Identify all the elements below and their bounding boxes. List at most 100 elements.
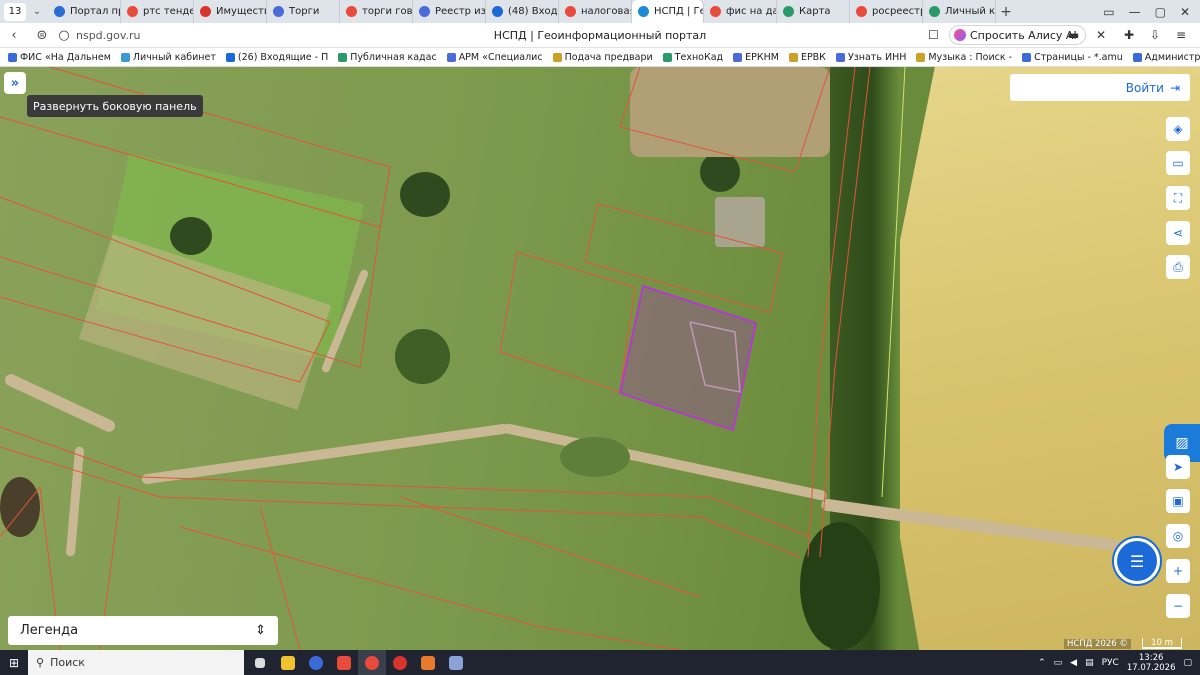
browser-tab[interactable]: торги гов ру — [340, 0, 413, 23]
browser-tab[interactable]: НСПД | Ге✕ — [632, 0, 704, 23]
bookmark-item[interactable]: (26) Входящие - П — [225, 52, 328, 63]
chevron-updown-icon: ⇕ — [255, 623, 266, 638]
menu-icon[interactable]: ≡ — [1176, 28, 1186, 42]
browser-tab[interactable]: (48) Входящ — [486, 0, 559, 23]
bookmark-label: ЕРВК — [800, 51, 826, 63]
tab-counter[interactable]: 13 — [4, 2, 26, 21]
satellite-map[interactable]: ▨ — [0, 67, 1200, 650]
protect-icon[interactable]: ▬ — [1068, 28, 1079, 42]
back-icon[interactable]: ‹ — [0, 28, 28, 43]
file-explorer-icon[interactable] — [274, 650, 302, 675]
clock-time: 13:26 — [1138, 652, 1164, 663]
shield-icon[interactable]: ⊜ — [28, 28, 56, 43]
downloads-icon[interactable]: ⇩ — [1150, 28, 1160, 42]
browser-tab[interactable]: налоговая 2 — [559, 0, 632, 23]
task-view-icon[interactable] — [246, 650, 274, 675]
bookmark-item[interactable]: ЕРВК — [788, 51, 826, 63]
zoom-out-button[interactable]: − — [1166, 594, 1190, 618]
share-button[interactable]: ⋖ — [1166, 221, 1190, 245]
yandex-browser-icon[interactable] — [358, 650, 386, 675]
location-search-icon: ◎ — [1172, 529, 1184, 543]
clock[interactable]: 13:26 17.07.2026 — [1127, 653, 1176, 673]
close-window-icon[interactable]: ✕ — [1180, 5, 1190, 19]
paint-icon[interactable] — [414, 650, 442, 675]
bookmark-item[interactable]: Страницы - *.amu — [1022, 52, 1123, 63]
site-info-icon[interactable]: ○ — [56, 28, 72, 43]
bookmark-item[interactable]: Узнать ИНН — [835, 52, 906, 63]
extension-icon[interactable]: ✕ — [1096, 28, 1106, 42]
favicon-icon — [710, 6, 721, 17]
window-controls: ▭ — ▢ ✕ — [1103, 5, 1200, 19]
browser-tab[interactable]: Имущество — [194, 0, 267, 23]
tab-label: Торги — [289, 6, 320, 17]
bookmark-item[interactable]: ТехноКад — [662, 52, 723, 63]
browser-tab[interactable]: Портал прос — [48, 0, 121, 23]
chevron-up-icon[interactable]: ⌃ — [1038, 658, 1046, 668]
parcel-outline[interactable] — [619, 67, 831, 173]
favicon-icon — [929, 6, 940, 17]
volume-icon[interactable]: ◀ — [1070, 658, 1077, 668]
tabs-dropdown-icon[interactable]: ⌄ — [26, 6, 48, 17]
app-icon[interactable] — [302, 650, 330, 675]
ask-alice-button[interactable]: Спросить Алису AI — [949, 25, 1086, 45]
browser-tab[interactable]: ртс тендер — [121, 0, 194, 23]
selected-parcel[interactable] — [618, 284, 758, 432]
browser-tab[interactable]: фис на даль — [704, 0, 777, 23]
legend-dropdown[interactable]: Легенда ⇕ — [8, 616, 278, 645]
bookmark-item[interactable]: Подача предвари — [552, 52, 653, 63]
yandex-icon[interactable] — [330, 650, 358, 675]
geolocate-button[interactable]: ➤ — [1166, 455, 1190, 479]
favicon-icon — [856, 6, 867, 17]
bookmark-item[interactable]: Администрация Г — [1132, 52, 1200, 63]
bookmark-tabs-icon[interactable]: ▭ — [1103, 5, 1114, 19]
bookmark-item[interactable]: ЕРКНМ — [733, 52, 779, 63]
browser-tab[interactable]: Реестр изве — [413, 0, 486, 23]
layers-button[interactable]: ◈ — [1166, 117, 1190, 141]
search-icon: ⚲ — [36, 656, 45, 669]
minimize-icon[interactable]: — — [1129, 5, 1141, 19]
select-area-button[interactable]: ⛶ — [1166, 186, 1190, 210]
url-field[interactable]: nspd.gov.ru — [76, 29, 276, 42]
parcel-outline[interactable] — [0, 446, 801, 558]
measure-button[interactable]: ▭ — [1166, 151, 1190, 175]
taskbar-search[interactable]: ⚲ Поиск — [28, 650, 244, 675]
basemap-button[interactable]: ▣ — [1166, 489, 1190, 513]
print-button[interactable]: ⎙ — [1166, 255, 1190, 279]
minus-icon: − — [1172, 599, 1184, 613]
parcel-outline[interactable] — [499, 251, 636, 393]
parcel-outline[interactable] — [0, 116, 381, 368]
parcel-outline[interactable] — [49, 67, 391, 228]
opera-icon[interactable] — [386, 650, 414, 675]
browser-tab[interactable]: Личный каб — [923, 0, 996, 23]
browser-tab[interactable]: Торги — [267, 0, 340, 23]
parcel-outline[interactable] — [399, 496, 701, 598]
bookmark-item[interactable]: Личный кабинет — [120, 52, 216, 63]
bookmark-star-icon[interactable]: ☐ — [928, 28, 939, 42]
zoom-in-button[interactable]: + — [1166, 559, 1190, 583]
search-location-button[interactable]: ◎ — [1166, 524, 1190, 548]
new-tab-icon[interactable]: + — [996, 4, 1016, 20]
parcel-outline[interactable] — [807, 67, 856, 558]
browser-tab[interactable]: росреестр - — [850, 0, 923, 23]
app-icon[interactable] — [442, 650, 470, 675]
language-indicator[interactable]: РУС — [1102, 658, 1119, 668]
bookmark-item[interactable]: Музыка : Поиск - — [916, 52, 1012, 63]
browser-tab[interactable]: Карта — [777, 0, 850, 23]
parcel-outline[interactable] — [0, 196, 331, 383]
chat-button[interactable]: ☰ — [1114, 538, 1160, 584]
notifications-icon[interactable]: ▢ — [1183, 658, 1192, 668]
parcel-outline[interactable] — [584, 203, 783, 313]
windows-start-icon[interactable]: ⊞ — [0, 656, 28, 670]
favicon-icon — [346, 6, 357, 17]
login-button[interactable]: Войти ⇥ — [1010, 74, 1190, 101]
bookmark-item[interactable]: ФИС «На Дальнем — [8, 52, 111, 63]
network-icon[interactable]: ▤ — [1085, 658, 1094, 668]
parcel-outline[interactable] — [0, 426, 811, 538]
parcel-outline[interactable] — [819, 67, 871, 558]
bookmark-item[interactable]: АРМ «Специалис — [446, 52, 543, 63]
puzzle-icon[interactable]: ✚ — [1124, 28, 1134, 42]
maximize-icon[interactable]: ▢ — [1155, 5, 1166, 19]
bookmark-item[interactable]: Публичная кадас — [338, 52, 437, 63]
expand-sidebar-button[interactable]: » — [4, 72, 26, 94]
monitor-icon[interactable]: ▭ — [1054, 658, 1063, 668]
